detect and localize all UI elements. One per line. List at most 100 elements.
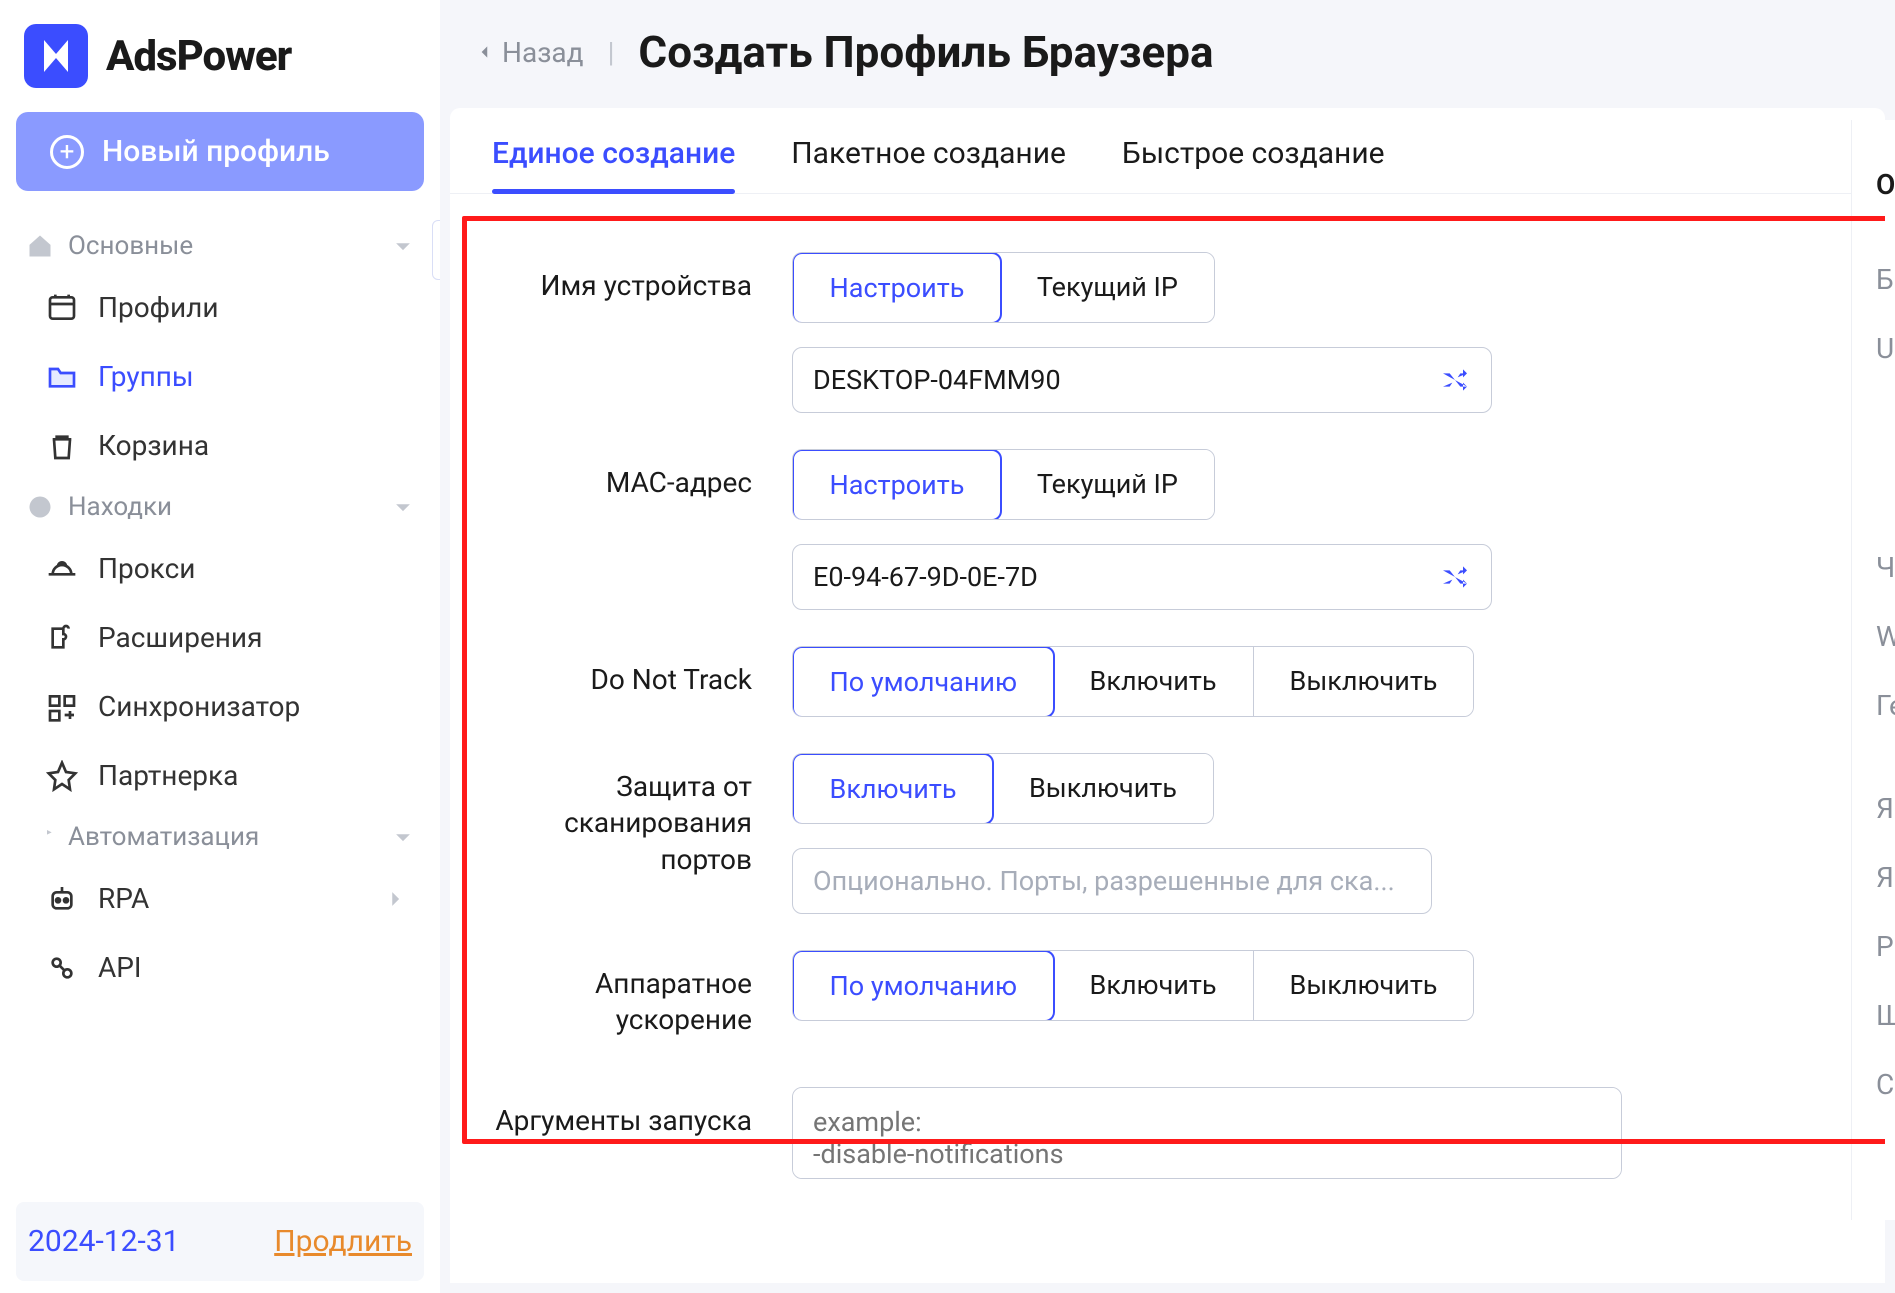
mac-input-wrap: [792, 544, 1492, 610]
chevron-right-icon: [384, 888, 406, 910]
trash-icon: [46, 430, 78, 462]
new-profile-label: Новый профиль: [102, 134, 330, 169]
form-area: Имя устройства Настроить Текущий IP: [450, 194, 1885, 1283]
star-icon: [46, 760, 78, 792]
device-name-opt-currentip[interactable]: Текущий IP: [1001, 253, 1214, 322]
sidebar: AdsPower + Новый профиль Основные Профил…: [0, 0, 440, 1293]
portscan-segment: Включить Выключить: [792, 753, 1214, 824]
dnt-segment: По умолчанию Включить Выключить: [792, 646, 1474, 717]
row-mac: MAC-адрес Настроить Текущий IP: [450, 431, 1885, 628]
right-panel-head: О: [1876, 150, 1895, 219]
launchargs-input[interactable]: [792, 1087, 1622, 1179]
device-name-input[interactable]: [813, 364, 1439, 396]
sidebar-item-api[interactable]: API: [16, 933, 424, 1002]
subscription-date: 2024-12-31: [28, 1224, 179, 1259]
portscan-input-wrap: [792, 848, 1432, 914]
hwaccel-label: Аппаратное ускорение: [492, 950, 752, 1039]
right-panel: О Бр Us Ча We Ге Яз Яз Ра Шр Ca: [1851, 120, 1895, 1220]
portscan-opt-off[interactable]: Выключить: [993, 754, 1213, 823]
mac-segment: Настроить Текущий IP: [792, 449, 1215, 520]
sidebar-item-groups[interactable]: Группы: [16, 342, 424, 411]
proxy-icon: [46, 553, 78, 585]
right-panel-item: Ча: [1876, 533, 1895, 602]
section-finds-header[interactable]: Находки: [16, 480, 424, 534]
logo: AdsPower: [16, 12, 424, 112]
api-icon: [46, 952, 78, 984]
sidebar-item-proxy[interactable]: Прокси: [16, 534, 424, 603]
page-title: Создать Профиль Браузера: [638, 26, 1213, 78]
chevron-left-icon: [476, 43, 494, 61]
row-hwaccel: Аппаратное ускорение По умолчанию Включи…: [450, 932, 1885, 1057]
right-panel-item: Ca: [1876, 1050, 1895, 1119]
puzzle-icon: [46, 622, 78, 654]
hwaccel-opt-default[interactable]: По умолчанию: [792, 950, 1055, 1021]
main: Назад | Создать Профиль Браузера Единое …: [440, 0, 1895, 1293]
device-name-label: Имя устройства: [492, 252, 752, 304]
chevron-down-icon: [392, 496, 414, 518]
new-profile-button[interactable]: + Новый профиль: [16, 112, 424, 191]
tab-batch[interactable]: Пакетное создание: [791, 136, 1066, 193]
dnt-label: Do Not Track: [492, 646, 752, 698]
plus-icon: +: [50, 135, 84, 169]
shuffle-icon[interactable]: [1439, 561, 1471, 593]
right-panel-item: Яз: [1876, 843, 1895, 912]
section-main-header[interactable]: Основные: [16, 219, 424, 273]
row-device-name: Имя устройства Настроить Текущий IP: [450, 208, 1885, 431]
shuffle-icon[interactable]: [1439, 364, 1471, 396]
profiles-icon: [46, 292, 78, 324]
chevron-down-icon: [392, 235, 414, 257]
launchargs-label: Аргументы запуска: [492, 1087, 752, 1139]
right-panel-item: Бр: [1876, 245, 1895, 314]
portscan-label: Защита от сканирования портов: [492, 753, 752, 878]
right-panel-item: We: [1876, 602, 1895, 671]
renew-link[interactable]: Продлить: [274, 1224, 412, 1259]
logo-icon: [24, 24, 88, 88]
sidebar-item-partner[interactable]: Партнерка: [16, 741, 424, 810]
row-dnt: Do Not Track По умолчанию Включить Выклю…: [450, 628, 1885, 735]
tab-quick[interactable]: Быстрое создание: [1122, 136, 1385, 193]
right-panel-item: Ра: [1876, 912, 1895, 981]
main-header: Назад | Создать Профиль Браузера: [440, 0, 1895, 94]
row-portscan: Защита от сканирования портов Включить В…: [450, 735, 1885, 932]
device-name-input-wrap: [792, 347, 1492, 413]
robot-icon: [46, 883, 78, 915]
sidebar-item-rpa[interactable]: RPA: [16, 864, 424, 933]
sidebar-item-profiles[interactable]: Профили: [16, 273, 424, 342]
portscan-input[interactable]: [813, 865, 1411, 897]
mac-label: MAC-адрес: [492, 449, 752, 501]
compass-icon: [26, 493, 54, 521]
home-icon: [26, 232, 54, 260]
sync-icon: [46, 691, 78, 723]
device-name-segment: Настроить Текущий IP: [792, 252, 1215, 323]
mac-opt-configure[interactable]: Настроить: [792, 449, 1002, 520]
dnt-opt-off[interactable]: Выключить: [1254, 647, 1474, 716]
sidebar-item-trash[interactable]: Корзина: [16, 411, 424, 480]
dnt-opt-default[interactable]: По умолчанию: [792, 646, 1055, 717]
hwaccel-opt-on[interactable]: Включить: [1054, 951, 1254, 1020]
right-panel-item: Ге: [1876, 671, 1895, 740]
right-panel-item: Us: [1876, 314, 1895, 383]
device-name-opt-configure[interactable]: Настроить: [792, 252, 1002, 323]
back-button[interactable]: Назад: [476, 36, 584, 69]
mac-input[interactable]: [813, 561, 1439, 593]
dnt-opt-on[interactable]: Включить: [1054, 647, 1254, 716]
chevron-down-icon: [392, 826, 414, 848]
logo-text: AdsPower: [106, 32, 291, 81]
sidebar-item-extensions[interactable]: Расширения: [16, 603, 424, 672]
tab-single[interactable]: Единое создание: [492, 136, 735, 193]
right-panel-item: Яз: [1876, 774, 1895, 843]
row-launchargs: Аргументы запуска: [450, 1057, 1885, 1197]
tabs: Единое создание Пакетное создание Быстро…: [450, 108, 1885, 194]
hwaccel-segment: По умолчанию Включить Выключить: [792, 950, 1474, 1021]
hwaccel-opt-off[interactable]: Выключить: [1254, 951, 1474, 1020]
subscription-row: 2024-12-31 Продлить: [16, 1202, 424, 1281]
content-card: Единое создание Пакетное создание Быстро…: [450, 108, 1885, 1283]
right-panel-item: Шр: [1876, 981, 1895, 1050]
divider: |: [608, 36, 615, 69]
sidebar-item-sync[interactable]: Синхронизатор: [16, 672, 424, 741]
auto-icon: [26, 823, 54, 851]
portscan-opt-on[interactable]: Включить: [792, 753, 994, 824]
mac-opt-currentip[interactable]: Текущий IP: [1001, 450, 1214, 519]
folder-icon: [46, 361, 78, 393]
section-auto-header[interactable]: Автоматизация: [16, 810, 424, 864]
